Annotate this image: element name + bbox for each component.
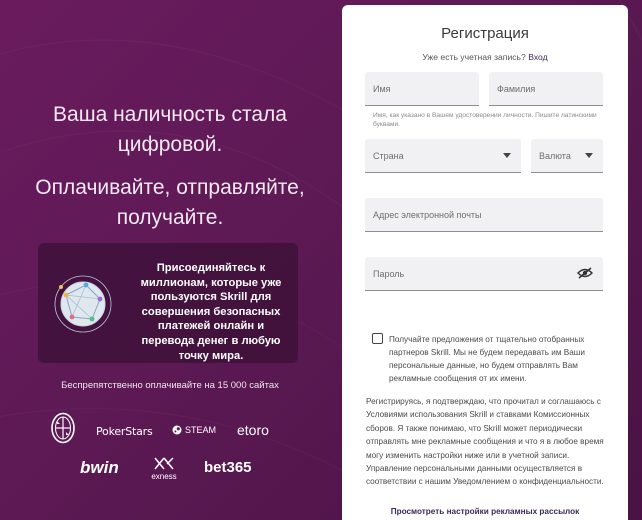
- password-field[interactable]: Пароль: [365, 257, 603, 291]
- currency-placeholder: Валюта: [539, 151, 571, 161]
- partner-offers-checkbox[interactable]: [372, 333, 383, 344]
- etoro-logo: etoro: [237, 422, 269, 438]
- first-name-placeholder: Имя: [373, 84, 391, 94]
- email-placeholder: Адрес электронной почты: [373, 210, 482, 220]
- globe-network-icon: [54, 275, 112, 333]
- registration-card: Регистрация Уже есть учетная запись? Вхо…: [342, 5, 628, 520]
- eye-slash-icon[interactable]: [577, 267, 593, 279]
- exness-label: exness: [151, 472, 177, 481]
- exness-logo: exness: [146, 457, 182, 481]
- milan-crest-icon: [51, 412, 75, 444]
- name-hint: Имя, как указано в Вашем удостоверении л…: [373, 112, 597, 128]
- currency-select[interactable]: Валюта: [531, 139, 603, 173]
- partner-offers-text: Получайте предложения от тщательно отобр…: [389, 335, 585, 383]
- first-name-field[interactable]: Имя: [365, 72, 479, 106]
- registration-title: Регистрация: [441, 25, 529, 42]
- chevron-down-icon: [503, 153, 511, 158]
- headline-pay-send-receive: Оплачивайте, отправляйте, получайте.: [35, 176, 305, 229]
- ad-settings-link[interactable]: Просмотреть настройки рекламных рассылок: [342, 507, 628, 516]
- have-account-line: Уже есть учетная запись? Вход: [342, 52, 628, 62]
- steam-logo: STEAM: [172, 425, 216, 435]
- headline-digital-cash: Ваша наличность стала цифровой.: [53, 103, 287, 156]
- terms-text: Регистрируясь, я подтверждаю, что прочит…: [366, 397, 604, 487]
- bet365-logo: bet365: [204, 459, 252, 476]
- pay-on-sites-note: Беспрепятственно оплачивайте на 15 000 с…: [61, 380, 279, 391]
- bwin-logo: bwin: [80, 458, 119, 477]
- marketing-panel: Ваша наличность стала цифровой. Оплачива…: [0, 0, 342, 520]
- promo-text: Присоединяйтесь к миллионам, которые уже…: [140, 262, 282, 362]
- promo-box: Присоединяйтесь к миллионам, которые уже…: [38, 243, 298, 363]
- last-name-placeholder: Фамилия: [497, 84, 536, 94]
- email-field[interactable]: Адрес электронной почты: [365, 198, 603, 232]
- steam-label: STEAM: [185, 425, 217, 435]
- country-placeholder: Страна: [373, 151, 404, 161]
- country-select[interactable]: Страна: [365, 139, 521, 173]
- chevron-down-icon: [585, 153, 593, 158]
- pokerstars-logo: PokerStars: [96, 425, 153, 438]
- have-account-text: Уже есть учетная запись?: [422, 52, 526, 62]
- steam-icon: [172, 425, 182, 435]
- exness-icon: [154, 457, 174, 470]
- password-placeholder: Пароль: [373, 269, 405, 279]
- login-link[interactable]: Вход: [528, 52, 547, 62]
- last-name-field[interactable]: Фамилия: [489, 72, 603, 106]
